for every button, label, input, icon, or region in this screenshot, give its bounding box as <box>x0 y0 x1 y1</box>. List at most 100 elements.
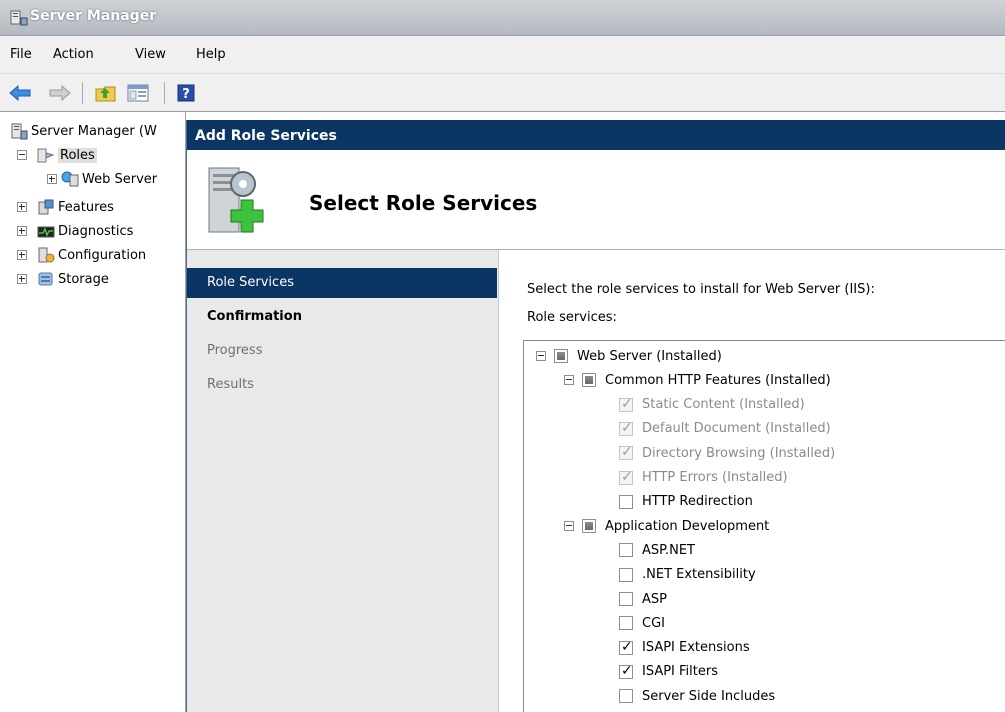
tree-item-configuration[interactable]: Configuration <box>17 244 146 266</box>
step-progress: Progress <box>207 343 263 358</box>
role-service-label: Common HTTP Features (Installed) <box>605 372 831 388</box>
toolbar: ? <box>0 74 1005 112</box>
forward-arrow-icon <box>49 85 71 101</box>
role-service-item[interactable]: CGI <box>619 611 665 635</box>
role-service-item[interactable]: Server Side Includes <box>619 684 775 708</box>
tree-item-web-server[interactable]: Web Server <box>47 168 157 190</box>
back-button[interactable] <box>8 82 32 104</box>
window-title: Server Manager <box>30 8 157 24</box>
console-tree[interactable]: Server Manager (W Roles Web Server Featu… <box>0 112 186 712</box>
role-service-checkbox <box>619 396 633 412</box>
role-service-item[interactable]: HTTP Redirection <box>619 490 753 514</box>
toolbar-separator <box>164 82 165 104</box>
role-service-checkbox[interactable] <box>619 592 633 606</box>
server-manager-icon <box>10 10 28 26</box>
role-service-label: Directory Browsing (Installed) <box>642 445 836 461</box>
tree-item-features[interactable]: Features <box>17 196 114 218</box>
wizard-content: Select the role services to install for … <box>500 250 1005 712</box>
role-service-checkbox[interactable] <box>619 494 633 509</box>
step-confirmation[interactable]: Confirmation <box>187 302 497 332</box>
collapse-icon[interactable] <box>564 375 574 386</box>
role-service-label: ISAPI Filters <box>642 664 718 680</box>
step-results: Results <box>207 377 254 392</box>
menu-action[interactable]: Action <box>53 47 94 62</box>
forward-button[interactable] <box>48 82 72 104</box>
expand-icon[interactable] <box>17 226 27 236</box>
toolbar-separator <box>82 82 83 104</box>
role-service-item[interactable]: Common HTTP Features (Installed) <box>564 368 831 392</box>
expand-icon[interactable] <box>17 274 27 284</box>
role-service-label: Default Document (Installed) <box>642 421 831 437</box>
up-folder-button[interactable] <box>94 82 118 104</box>
storage-icon <box>38 272 53 286</box>
tree-item-storage[interactable]: Storage <box>17 268 109 290</box>
role-service-item[interactable]: Application Development <box>564 514 769 538</box>
add-role-services-dialog: Add Role Services Select Role Services R… <box>186 120 1005 712</box>
role-service-item[interactable]: ISAPI Filters <box>619 660 718 684</box>
role-service-item[interactable]: ISAPI Extensions <box>619 636 750 660</box>
add-role-services-icon <box>208 167 264 233</box>
role-service-checkbox[interactable] <box>582 373 596 388</box>
roles-icon <box>37 148 55 163</box>
role-service-checkbox <box>619 444 633 461</box>
tree-item-roles[interactable]: Roles <box>17 144 97 166</box>
show-hide-console-tree-button[interactable] <box>126 82 150 104</box>
title-bar: Server Manager <box>0 0 1005 36</box>
role-service-checkbox[interactable] <box>619 663 633 679</box>
role-service-label: Web Server (Installed) <box>577 348 722 364</box>
help-button[interactable]: ? <box>174 82 198 104</box>
tree-item-label: Roles <box>58 147 97 163</box>
tree-item-label: Diagnostics <box>58 223 134 239</box>
menu-bar: File Action View Help <box>0 36 1005 74</box>
role-service-label: Server Side Includes <box>642 688 776 704</box>
tree-item-label: Server Manager (W <box>31 123 157 139</box>
dialog-heading: Select Role Services <box>309 191 538 215</box>
expand-icon[interactable] <box>47 174 57 184</box>
expand-icon[interactable] <box>17 202 27 212</box>
collapse-icon[interactable] <box>536 351 546 361</box>
collapse-icon[interactable] <box>17 150 27 160</box>
tree-item-label: Storage <box>58 271 109 287</box>
role-service-checkbox[interactable] <box>619 567 633 582</box>
role-service-item[interactable]: ASP <box>619 587 667 611</box>
menu-view[interactable]: View <box>135 47 166 62</box>
role-service-checkbox[interactable] <box>619 543 633 558</box>
role-service-checkbox <box>619 420 633 436</box>
tree-item-label: Features <box>58 199 114 215</box>
folder-up-icon <box>95 86 116 102</box>
role-service-label: Application Development <box>605 518 770 534</box>
expand-icon[interactable] <box>17 250 27 260</box>
role-service-checkbox[interactable] <box>554 349 568 363</box>
step-role-services[interactable]: Role Services <box>187 268 497 298</box>
role-services-tree[interactable]: Web Server (Installed) Common HTTP Featur… <box>523 340 1005 712</box>
menu-file[interactable]: File <box>10 47 32 62</box>
role-service-checkbox[interactable] <box>619 639 633 655</box>
tree-item-label: Configuration <box>58 247 147 263</box>
configuration-icon <box>38 247 55 263</box>
role-service-checkbox[interactable] <box>582 519 596 534</box>
dialog-title: Add Role Services <box>187 120 1005 150</box>
role-service-checkbox[interactable] <box>619 616 633 631</box>
role-service-item[interactable]: Static Content (Installed) <box>619 393 805 417</box>
svg-text:?: ? <box>182 87 190 102</box>
role-service-item[interactable]: HTTP Errors (Installed) <box>619 466 788 490</box>
role-service-label: HTTP Redirection <box>642 494 753 510</box>
tree-item-diagnostics[interactable]: Diagnostics <box>17 220 133 242</box>
server-icon <box>11 123 28 140</box>
role-service-label: Static Content (Installed) <box>642 397 805 413</box>
menu-help[interactable]: Help <box>196 47 226 62</box>
role-service-item[interactable]: Directory Browsing (Installed) <box>619 441 835 465</box>
web-server-icon <box>61 171 79 187</box>
tree-item-server-manager[interactable]: Server Manager (W <box>10 120 157 142</box>
role-service-item[interactable]: Web Server (Installed) <box>536 344 722 368</box>
back-arrow-icon <box>9 85 31 101</box>
role-service-label: ASP <box>642 591 667 607</box>
wizard-steps: Role Services Confirmation Progress Resu… <box>187 250 499 712</box>
role-service-item[interactable]: .NET Extensibility <box>619 563 756 587</box>
role-service-label: .NET Extensibility <box>642 567 756 583</box>
collapse-icon[interactable] <box>564 521 574 532</box>
role-service-item[interactable]: ASP.NET <box>619 538 695 562</box>
role-service-checkbox[interactable] <box>619 689 633 704</box>
role-service-item[interactable]: Default Document (Installed) <box>619 417 831 441</box>
role-service-label: ASP.NET <box>642 542 695 558</box>
